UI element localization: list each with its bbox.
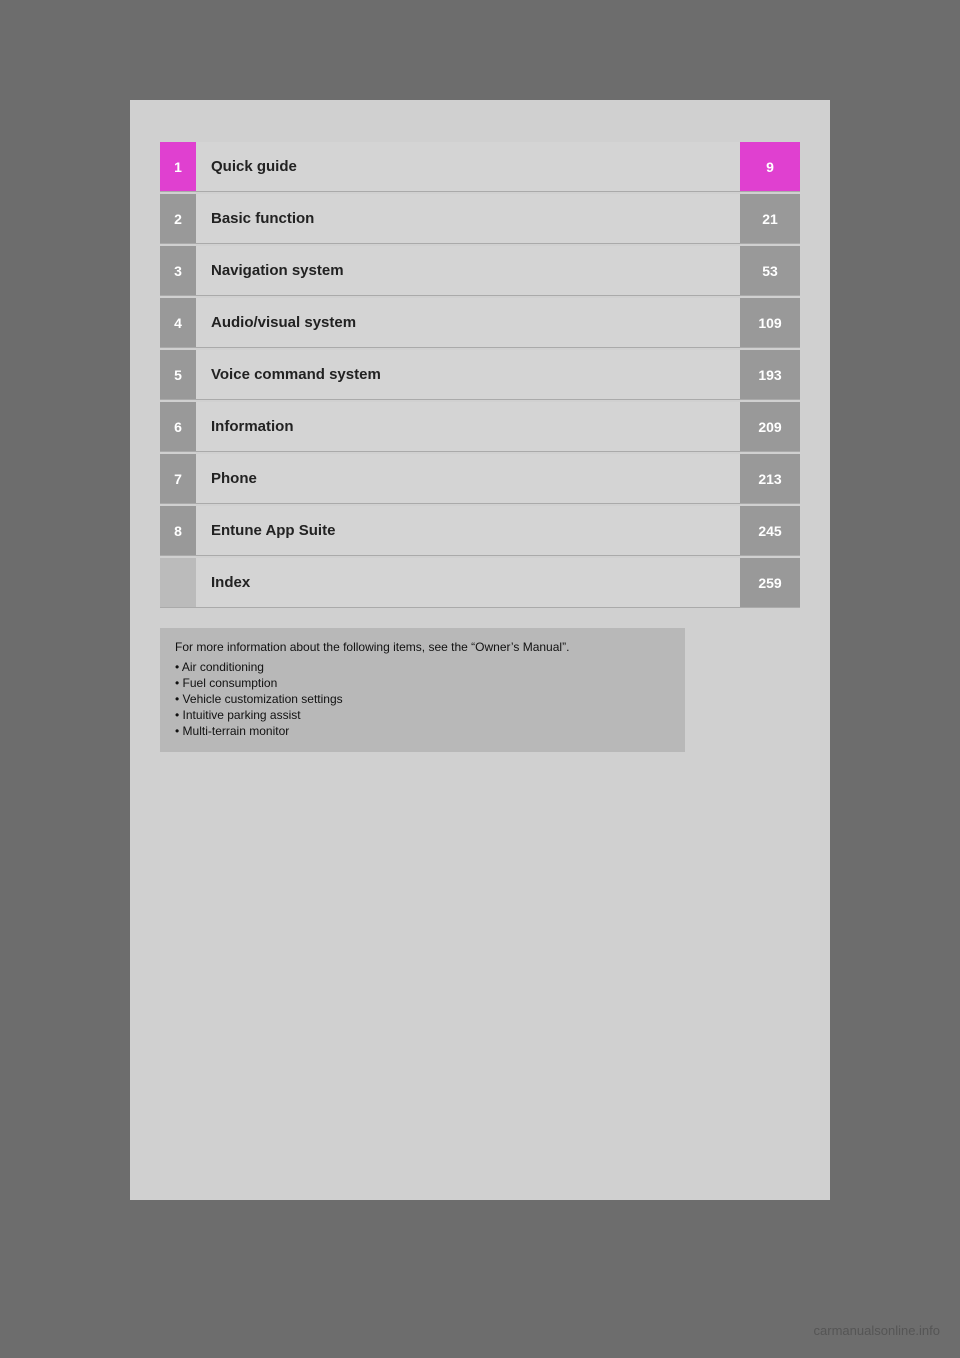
toc-label-8[interactable]: Entune App Suite bbox=[196, 506, 740, 556]
toc-page-4: 109 bbox=[740, 298, 800, 348]
toc-num-6: 6 bbox=[160, 402, 196, 452]
info-box-list: Air conditioning Fuel consumption Vehicle … bbox=[175, 660, 670, 738]
toc-num-2: 2 bbox=[160, 194, 196, 244]
toc-page-1: 9 bbox=[740, 142, 800, 192]
toc-page-7: 213 bbox=[740, 454, 800, 504]
toc-table: 1 Quick guide 9 2 Basic function 21 3 Na… bbox=[160, 140, 800, 610]
toc-label-3[interactable]: Navigation system bbox=[196, 246, 740, 296]
info-box-title: For more information about the following… bbox=[175, 640, 670, 654]
toc-page-6: 209 bbox=[740, 402, 800, 452]
toc-label-7[interactable]: Phone bbox=[196, 454, 740, 504]
info-box: For more information about the following… bbox=[160, 628, 685, 752]
toc-label-4[interactable]: Audio/visual system bbox=[196, 298, 740, 348]
toc-label-2[interactable]: Basic function bbox=[196, 194, 740, 244]
toc-num-4: 4 bbox=[160, 298, 196, 348]
toc-num-5: 5 bbox=[160, 350, 196, 400]
toc-num-3: 3 bbox=[160, 246, 196, 296]
toc-label-5[interactable]: Voice command system bbox=[196, 350, 740, 400]
toc-num-1: 1 bbox=[160, 142, 196, 192]
toc-num-8: 8 bbox=[160, 506, 196, 556]
info-list-item: Multi-terrain monitor bbox=[175, 724, 670, 738]
toc-page-9: 259 bbox=[740, 558, 800, 608]
toc-page-2: 21 bbox=[740, 194, 800, 244]
toc-label-1[interactable]: Quick guide bbox=[196, 142, 740, 192]
info-list-item: Fuel consumption bbox=[175, 676, 670, 690]
toc-page-8: 245 bbox=[740, 506, 800, 556]
toc-label-6[interactable]: Information bbox=[196, 402, 740, 452]
toc-num-7: 7 bbox=[160, 454, 196, 504]
info-list-item: Intuitive parking assist bbox=[175, 708, 670, 722]
toc-num-9 bbox=[160, 558, 196, 608]
toc-page-5: 193 bbox=[740, 350, 800, 400]
page-container: 1 Quick guide 9 2 Basic function 21 3 Na… bbox=[130, 100, 830, 1200]
toc-page-3: 53 bbox=[740, 246, 800, 296]
info-list-item: Air conditioning bbox=[175, 660, 670, 674]
info-list-item: Vehicle customization settings bbox=[175, 692, 670, 706]
toc-label-9[interactable]: Index bbox=[196, 558, 740, 608]
watermark: carmanualsonline.info bbox=[814, 1323, 940, 1338]
